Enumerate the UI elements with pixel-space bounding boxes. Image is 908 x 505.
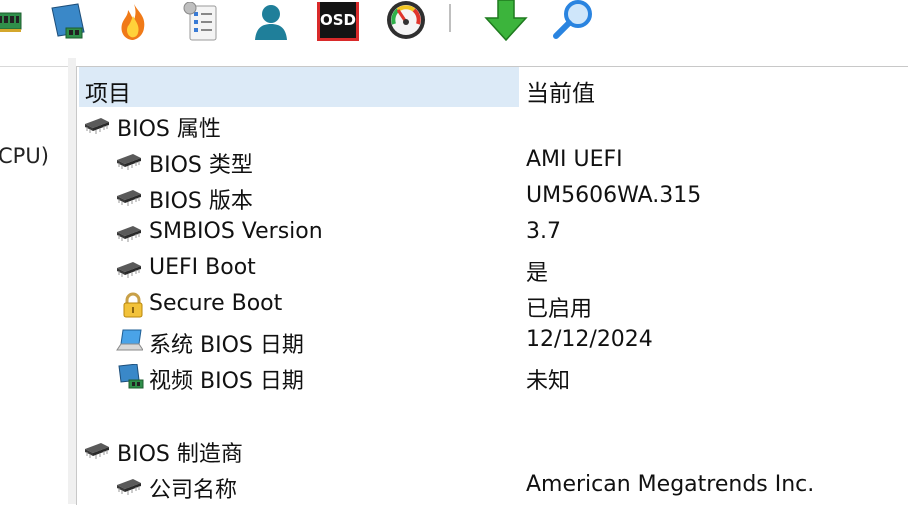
- user-button[interactable]: [248, 0, 292, 44]
- row-bios-version[interactable]: BIOS 版本 UM5606WA.315: [77, 179, 908, 215]
- chip-icon: [117, 226, 141, 242]
- row-label: SMBIOS Version: [149, 219, 323, 244]
- osd-button[interactable]: OSD: [316, 0, 360, 44]
- chip-icon: [117, 190, 141, 206]
- column-header-item[interactable]: [79, 67, 519, 107]
- benchmark-button[interactable]: [384, 0, 428, 44]
- row-value: 3.7: [526, 219, 561, 244]
- row-label: BIOS 类型: [149, 153, 253, 178]
- chip-icon: [117, 479, 141, 495]
- row-value: 已启用: [526, 297, 593, 322]
- navigation-tree[interactable]: CPU): [0, 66, 68, 505]
- row-system-bios-date[interactable]: 系统 BIOS 日期 12/12/2024: [77, 323, 908, 359]
- row-value: American Megatrends Inc.: [526, 472, 815, 497]
- checklist-icon: [183, 2, 217, 41]
- laptop-icon: [116, 329, 143, 351]
- search-button[interactable]: [552, 0, 596, 44]
- row-bios-type[interactable]: BIOS 类型 AMI UEFI: [77, 143, 908, 179]
- row-label: Secure Boot: [149, 291, 283, 316]
- chip-icon: [117, 262, 141, 278]
- details-list: 项目 当前值 BIOS 属性 BIOS 类型 AMI UEFI BIOS 版本 …: [76, 66, 908, 505]
- row-label: 公司名称: [149, 478, 238, 503]
- row-value: 未知: [526, 369, 571, 394]
- row-secure-boot[interactable]: Secure Boot 已启用: [77, 287, 908, 323]
- chip-icon: [117, 154, 141, 170]
- group-bios-manufacturer[interactable]: BIOS 制造商: [77, 432, 908, 468]
- toolbar-separator: [449, 4, 451, 32]
- osd-icon: OSD: [317, 2, 359, 41]
- chip-icon: [85, 118, 109, 134]
- row-value: AMI UEFI: [526, 147, 623, 172]
- search-icon: [553, 0, 592, 39]
- lock-icon: [123, 292, 143, 318]
- row-label: BIOS 版本: [149, 189, 253, 214]
- user-icon: [255, 5, 287, 40]
- update-button[interactable]: [484, 0, 528, 44]
- row-uefi-boot[interactable]: UEFI Boot 是: [77, 251, 908, 287]
- row-video-bios-date[interactable]: 视频 BIOS 日期 未知: [77, 359, 908, 395]
- report-button[interactable]: [180, 0, 224, 44]
- stress-test-button[interactable]: [112, 0, 156, 44]
- row-label: 视频 BIOS 日期: [149, 369, 304, 394]
- row-value: 是: [526, 261, 549, 286]
- osd-label: OSD: [320, 11, 356, 29]
- row-value: 12/12/2024: [526, 327, 653, 352]
- network-card-button[interactable]: [46, 0, 90, 44]
- column-header-value-label[interactable]: 当前值: [526, 74, 595, 108]
- tree-item-cpu[interactable]: CPU): [0, 144, 49, 168]
- row-label: BIOS 属性: [117, 117, 221, 142]
- group-bios-properties[interactable]: BIOS 属性: [77, 107, 908, 143]
- flame-icon: [121, 4, 145, 40]
- column-header-item-label: 项目: [85, 81, 131, 107]
- pane-splitter[interactable]: [68, 58, 76, 504]
- row-smbios-version[interactable]: SMBIOS Version 3.7: [77, 215, 908, 251]
- row-value: UM5606WA.315: [526, 183, 702, 208]
- network-card-icon: [51, 3, 85, 39]
- row-label: UEFI Boot: [149, 255, 256, 280]
- toolbar: OSD: [0, 0, 908, 58]
- monitor-icon: [118, 364, 144, 389]
- download-arrow-icon: [484, 0, 528, 42]
- row-label: 系统 BIOS 日期: [149, 333, 304, 358]
- speedometer-icon: [387, 1, 425, 39]
- chip-icon: [85, 443, 109, 459]
- row-label: BIOS 制造商: [117, 442, 243, 467]
- row-company-name[interactable]: 公司名称 American Megatrends Inc.: [77, 468, 908, 504]
- memory-module-button[interactable]: [0, 0, 30, 44]
- list-header: 项目 当前值: [77, 67, 908, 107]
- memory-module-icon: [0, 12, 22, 32]
